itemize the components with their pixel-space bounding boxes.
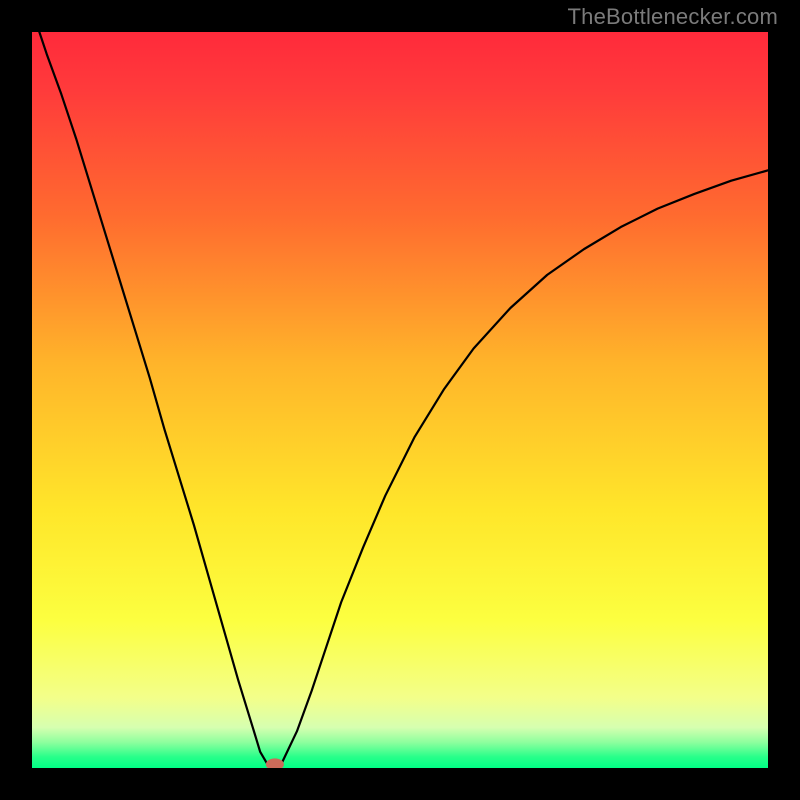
- plot-area: [32, 32, 768, 768]
- chart-frame: TheBottlenecker.com: [0, 0, 800, 800]
- chart-svg: [32, 32, 768, 768]
- gradient-background: [32, 32, 768, 768]
- watermark-text: TheBottlenecker.com: [568, 4, 778, 30]
